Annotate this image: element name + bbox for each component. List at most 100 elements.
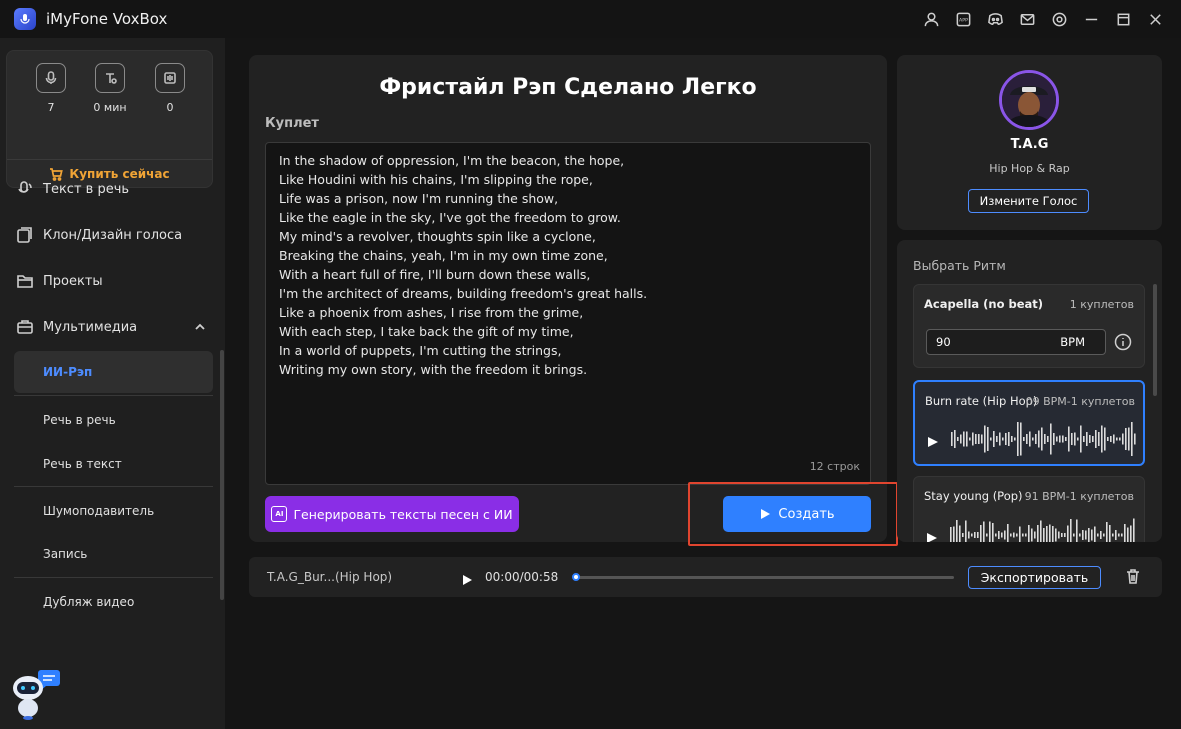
ai-badge-icon: AI (271, 506, 288, 522)
subnav-video-dubbing[interactable]: Дубляж видео (14, 581, 213, 623)
nav-item-tts[interactable]: Текст в речь (0, 169, 215, 209)
waveform-bar (1067, 525, 1069, 542)
play-icon[interactable] (461, 571, 473, 585)
beat-meta: 91 BPM-1 куплетов (1024, 490, 1134, 503)
waveform-bar (1097, 533, 1099, 537)
waveform-bar (1122, 433, 1124, 445)
sidebar: 7 0 мин 0 Купить сейчас Текст в речь Кло… (0, 38, 225, 729)
waveform-bar (1013, 532, 1015, 538)
beat-list-scrollbar[interactable] (1153, 284, 1157, 396)
waveform-bar (990, 437, 992, 441)
nav-item-clone[interactable]: Клон/Дизайн голоса (0, 215, 215, 255)
waveform-bar (987, 427, 989, 451)
stat-voice-characters: 7 (21, 63, 81, 114)
subnav-speech-to-text[interactable]: Речь в текст (14, 443, 213, 485)
waveform-bar (1010, 533, 1012, 537)
play-icon (761, 509, 771, 519)
waveform-bar (1026, 434, 1028, 444)
close-icon[interactable] (1139, 3, 1171, 35)
app-icon[interactable]: APP (947, 3, 979, 35)
waveform-bar (1008, 432, 1010, 446)
nav-item-multimedia[interactable]: Мультимедиа (0, 307, 215, 347)
lyric-line: Life was a prison, now I'm running the s… (279, 191, 559, 206)
generate-lyrics-ai-button[interactable]: AI Генерировать тексты песен с ИИ (265, 496, 519, 532)
waveform-bar (1107, 437, 1109, 441)
lyric-line: My mind's a revolver, thoughts spin like… (279, 229, 596, 244)
waveform-bar (1041, 427, 1043, 451)
progress-thumb[interactable] (572, 573, 580, 581)
play-icon[interactable] (927, 433, 939, 447)
lyric-line: In the shadow of oppression, I'm the bea… (279, 153, 625, 168)
change-voice-button[interactable]: Измените Голос (968, 189, 1089, 213)
waveform-bar (1100, 531, 1102, 539)
waveform-bar (1056, 436, 1058, 442)
trash-icon[interactable] (1124, 567, 1142, 585)
waveform-bar (986, 533, 988, 537)
waveform-bar (1044, 434, 1046, 444)
export-button[interactable]: Экспортировать (968, 566, 1101, 589)
waveform-bar (1005, 433, 1007, 445)
waveform-bar (1022, 533, 1024, 537)
waveform-bar (1092, 436, 1094, 442)
create-button[interactable]: Создать (723, 496, 871, 532)
settings-icon[interactable] (1043, 3, 1075, 35)
maximize-icon[interactable] (1107, 3, 1139, 35)
waveform-bar (1011, 436, 1013, 442)
stat-value: 0 мин (93, 101, 127, 114)
subnav-noise-reducer[interactable]: Шумоподавитель (14, 490, 213, 532)
stat-value: 0 (166, 101, 174, 114)
lyrics-editor-card: Фристайл Рэп Сделано Легко Куплет In the… (249, 55, 887, 542)
waveform-bar (1053, 433, 1055, 445)
waveform-bar (957, 437, 959, 441)
page-title: Фристайл Рэп Сделано Легко (379, 75, 757, 100)
bpm-input[interactable]: 90 BPM (926, 329, 1106, 355)
lyrics-textarea[interactable]: In the shadow of oppression, I'm the bea… (265, 142, 871, 485)
waveform-bar (1121, 533, 1123, 537)
nav-item-label: Клон/Дизайн голоса (43, 227, 183, 243)
play-icon[interactable] (926, 529, 938, 542)
artist-name: T.A.G (1010, 137, 1049, 152)
waveform-bar (1050, 423, 1052, 455)
subnav-speech-to-speech[interactable]: Речь в речь (14, 399, 213, 441)
waveform-bar (1061, 533, 1063, 537)
waveform-bar (1043, 528, 1045, 542)
waveform-bar (1103, 533, 1105, 537)
waveform-bar (974, 532, 976, 538)
generate-lyrics-label: Генерировать тексты песен с ИИ (293, 506, 513, 522)
waveform-bar (1002, 437, 1004, 441)
discord-icon[interactable] (979, 3, 1011, 35)
bpm-value[interactable]: 90 (936, 335, 951, 349)
info-icon[interactable] (1114, 333, 1132, 351)
waveform-bar (978, 434, 980, 444)
chevron-up-icon[interactable] (193, 320, 207, 334)
subnav-record[interactable]: Запись (14, 533, 213, 575)
waveform-bar (1020, 422, 1022, 456)
beat-item-stay-young[interactable]: Stay young (Pop) 91 BPM-1 куплетов (913, 476, 1145, 542)
beat-item-burn-rate[interactable]: Burn rate (Hip Hop) 09 BPM-1 куплетов (913, 380, 1145, 466)
waveform-bar (1017, 422, 1019, 456)
briefcase-icon (16, 318, 34, 336)
progress-track[interactable] (576, 576, 954, 579)
lyrics-text[interactable]: In the shadow of oppression, I'm the bea… (279, 151, 647, 379)
waveform-bar (1034, 531, 1036, 539)
waveform-bar (1098, 432, 1100, 446)
folder-icon (16, 272, 34, 290)
subnav-ai-rap[interactable]: ИИ-Рэп (14, 351, 213, 393)
lyric-line: Breaking the chains, yeah, I'm in my own… (279, 248, 608, 263)
waveform-bar (1118, 533, 1120, 537)
waveform-bar (1128, 427, 1130, 451)
waveform-bar (968, 531, 970, 539)
waveform-bar (1083, 436, 1085, 442)
beat-item-acapella[interactable]: Acapella (no beat) 1 куплетов 90 BPM (913, 284, 1145, 368)
waveform-bar (1047, 436, 1049, 442)
waveform-bar (1079, 533, 1081, 537)
nav-item-projects[interactable]: Проекты (0, 261, 215, 301)
sidebar-scrollbar[interactable] (220, 350, 224, 600)
waveform-bar (1101, 425, 1103, 453)
user-icon[interactable] (915, 3, 947, 35)
assistant-robot-icon[interactable] (10, 668, 64, 722)
mail-icon[interactable] (1011, 3, 1043, 35)
text-minutes-icon (95, 63, 125, 93)
app-icon-label: APP (959, 17, 968, 23)
minimize-icon[interactable] (1075, 3, 1107, 35)
